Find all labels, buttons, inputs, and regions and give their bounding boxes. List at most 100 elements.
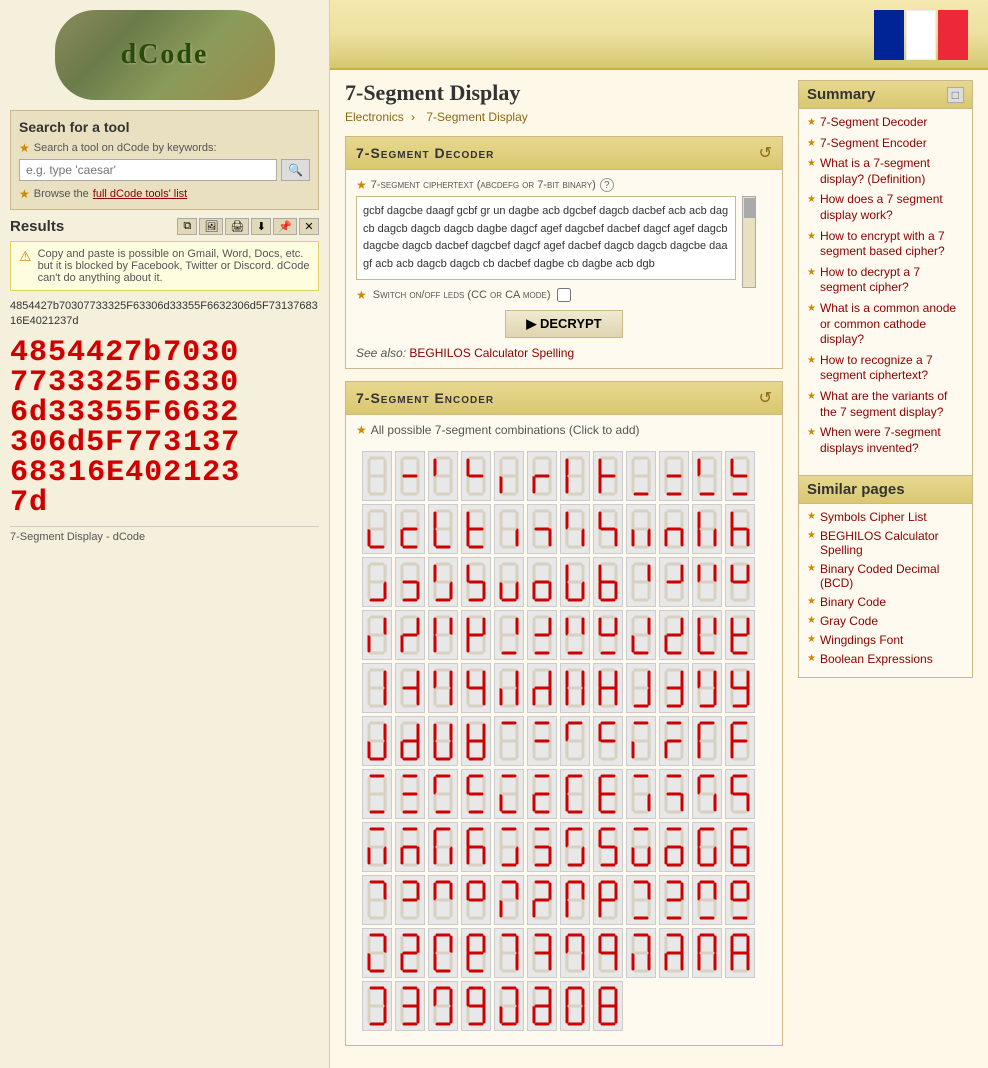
segment-cell[interactable] (494, 875, 524, 925)
segment-cell[interactable] (461, 716, 491, 766)
site-logo[interactable]: dCode (55, 10, 275, 100)
segment-cell[interactable] (659, 451, 689, 501)
segment-cell[interactable] (593, 769, 623, 819)
segment-cell[interactable] (428, 822, 458, 872)
segment-cell[interactable] (692, 451, 722, 501)
segment-cell[interactable] (560, 610, 590, 660)
summary-item-link[interactable]: How to recognize a 7 segment ciphertext? (820, 353, 964, 384)
segment-cell[interactable] (395, 610, 425, 660)
segment-cell[interactable] (494, 663, 524, 713)
segment-cell[interactable] (725, 822, 755, 872)
segment-cell[interactable] (725, 610, 755, 660)
segment-cell[interactable] (527, 504, 557, 554)
segment-cell[interactable] (560, 769, 590, 819)
segment-cell[interactable] (593, 928, 623, 978)
segment-cell[interactable] (692, 928, 722, 978)
segment-cell[interactable] (494, 928, 524, 978)
segment-cell[interactable] (461, 557, 491, 607)
segment-cell[interactable] (527, 610, 557, 660)
segment-cell[interactable] (527, 716, 557, 766)
segment-cell[interactable] (527, 769, 557, 819)
segment-cell[interactable] (659, 928, 689, 978)
segment-cell[interactable] (692, 663, 722, 713)
segment-cell[interactable] (626, 822, 656, 872)
segment-cell[interactable] (560, 451, 590, 501)
segment-cell[interactable] (725, 928, 755, 978)
similar-item-link[interactable]: Binary Code (820, 595, 886, 609)
segment-cell[interactable] (461, 504, 491, 554)
summary-item-link[interactable]: How does a 7 segment display work? (820, 192, 964, 223)
summary-item-link[interactable]: 7-Segment Decoder (820, 115, 927, 131)
similar-item-link[interactable]: Wingdings Font (820, 633, 903, 647)
segment-cell[interactable] (692, 716, 722, 766)
summary-item-link[interactable]: What is a common anode or common cathode… (820, 301, 964, 348)
segment-cell[interactable] (659, 769, 689, 819)
segment-cell[interactable] (725, 875, 755, 925)
minimize-button[interactable]: □ (947, 87, 964, 103)
refresh-button[interactable]: ↺ (759, 143, 772, 163)
similar-item-link[interactable]: Boolean Expressions (820, 652, 933, 666)
segment-cell[interactable] (362, 875, 392, 925)
summary-item-link[interactable]: What is a 7-segment display? (Definition… (820, 156, 964, 187)
segment-cell[interactable] (560, 875, 590, 925)
segment-cell[interactable] (659, 822, 689, 872)
encoder-refresh-button[interactable]: ↺ (759, 388, 772, 408)
segment-cell[interactable] (626, 716, 656, 766)
segment-cell[interactable] (527, 557, 557, 607)
segment-cell[interactable] (692, 504, 722, 554)
segment-cell[interactable] (395, 928, 425, 978)
segment-cell[interactable] (527, 928, 557, 978)
segment-cell[interactable] (362, 769, 392, 819)
segment-cell[interactable] (494, 451, 524, 501)
copy-button[interactable]: ⧉ (177, 218, 197, 235)
similar-item-link[interactable]: Binary Coded Decimal (BCD) (820, 562, 964, 590)
segment-cell[interactable] (659, 557, 689, 607)
segment-cell[interactable] (395, 875, 425, 925)
segment-cell[interactable] (593, 557, 623, 607)
segment-cell[interactable] (692, 610, 722, 660)
segment-cell[interactable] (362, 663, 392, 713)
segment-cell[interactable] (725, 663, 755, 713)
segment-cell[interactable] (428, 875, 458, 925)
segment-cell[interactable] (395, 981, 425, 1031)
segment-cell[interactable] (626, 610, 656, 660)
similar-item-link[interactable]: Gray Code (820, 614, 878, 628)
segment-cell[interactable] (626, 769, 656, 819)
segment-cell[interactable] (626, 928, 656, 978)
segment-cell[interactable] (395, 557, 425, 607)
close-button[interactable]: ✕ (299, 218, 319, 235)
segment-cell[interactable] (428, 610, 458, 660)
segment-cell[interactable] (461, 822, 491, 872)
segment-cell[interactable] (362, 716, 392, 766)
segment-cell[interactable] (428, 716, 458, 766)
segment-cell[interactable] (659, 610, 689, 660)
segment-cell[interactable] (494, 504, 524, 554)
segment-cell[interactable] (659, 716, 689, 766)
decrypt-button[interactable]: ▶ DECRYPT (505, 310, 622, 338)
segment-cell[interactable] (692, 875, 722, 925)
summary-item-link[interactable]: When were 7-segment displays invented? (820, 425, 964, 456)
similar-item-link[interactable]: BEGHILOS Calculator Spelling (820, 529, 964, 557)
segment-cell[interactable] (593, 504, 623, 554)
segment-cell[interactable] (428, 557, 458, 607)
breadcrumb-parent-link[interactable]: Electronics (345, 110, 404, 124)
download-button[interactable]: ⬇ (251, 218, 271, 235)
segment-cell[interactable] (593, 451, 623, 501)
see-also-beghilos[interactable]: BEGHILOS Calculator (409, 346, 528, 360)
segment-cell[interactable] (725, 451, 755, 501)
segment-cell[interactable] (395, 504, 425, 554)
segment-cell[interactable] (692, 769, 722, 819)
segment-cell[interactable] (395, 716, 425, 766)
segment-cell[interactable] (725, 557, 755, 607)
segment-cell[interactable] (560, 504, 590, 554)
summary-item-link[interactable]: What are the variants of the 7 segment d… (820, 389, 964, 420)
similar-item-link[interactable]: Symbols Cipher List (820, 510, 927, 524)
segment-cell[interactable] (593, 716, 623, 766)
segment-cell[interactable] (461, 928, 491, 978)
segment-cell[interactable] (428, 451, 458, 501)
segment-cell[interactable] (626, 451, 656, 501)
scrollbar-track[interactable] (742, 196, 756, 288)
cipher-text-area[interactable]: gcbf dagcbe daagf gcbf gr un dagbe acb d… (356, 196, 736, 280)
segment-cell[interactable] (626, 663, 656, 713)
segment-cell[interactable] (395, 822, 425, 872)
